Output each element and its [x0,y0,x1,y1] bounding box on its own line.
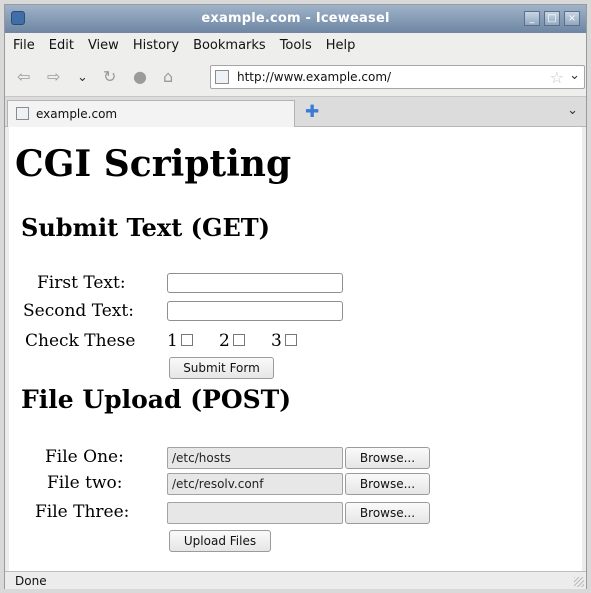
page-content: CGI Scripting Submit Text (GET) First Te… [9,127,582,571]
file-one-label: File One: [45,447,124,467]
window-controls: _ □ × [524,11,580,26]
close-icon[interactable]: × [564,11,580,26]
menu-history[interactable]: History [133,38,179,53]
stop-icon[interactable]: ● [133,67,147,86]
checkbox-2-label: 2 [219,331,230,351]
second-text-input[interactable] [167,301,343,321]
status-text: Done [15,574,47,588]
menu-tools[interactable]: Tools [280,38,312,53]
page-title: CGI Scripting [15,143,292,185]
submit-form-button[interactable]: Submit Form [169,357,274,379]
url-bar[interactable]: http://www.example.com/ ☆ ⌄ [210,65,585,89]
resize-grip-icon[interactable] [574,577,584,587]
site-identity-icon[interactable] [215,70,229,84]
checkbox-1-box[interactable] [180,334,193,346]
maximize-icon[interactable]: □ [544,11,560,26]
file-one-browse-button[interactable]: Browse... [345,447,430,469]
minimize-icon[interactable]: _ [524,11,540,26]
get-section-heading: Submit Text (GET) [21,213,270,242]
window-title: example.com - Iceweasel [201,11,390,26]
post-section-heading: File Upload (POST) [21,385,292,414]
second-text-label: Second Text: [23,301,134,321]
file-one-path[interactable]: /etc/hosts [167,447,343,469]
tab-example[interactable]: example.com [7,100,295,127]
bookmark-star-icon[interactable]: ☆ [550,68,564,87]
first-text-label: First Text: [37,273,126,293]
url-dropdown-icon[interactable]: ⌄ [569,68,580,83]
checkbox-3-box[interactable] [284,334,297,346]
tab-bar: example.com ✚ ⌄ [5,97,586,127]
home-icon[interactable]: ⌂ [163,67,173,86]
new-tab-icon[interactable]: ✚ [305,102,319,122]
menu-file[interactable]: File [13,38,35,53]
checkbox-2-box[interactable] [232,334,245,346]
file-three-path[interactable] [167,502,343,524]
menu-edit[interactable]: Edit [49,38,74,53]
reload-icon[interactable]: ↻ [103,67,116,86]
checkbox-1-label: 1 [167,331,178,351]
checkbox-2[interactable]: 2 [219,331,245,351]
file-two-label: File two: [47,473,123,493]
first-text-input[interactable] [167,273,343,293]
checkbox-3-label: 3 [271,331,282,351]
history-dropdown-icon[interactable]: ⌄ [77,70,88,85]
status-bar: Done [5,571,586,589]
back-icon[interactable]: ⇦ [17,67,30,86]
check-these-label: Check These [25,331,136,351]
file-three-browse-button[interactable]: Browse... [345,502,430,524]
tab-label: example.com [36,107,118,121]
url-text[interactable]: http://www.example.com/ [237,70,391,84]
forward-icon[interactable]: ⇨ [47,67,60,86]
browser-window: example.com - Iceweasel _ □ × File Edit … [4,4,587,589]
menu-view[interactable]: View [88,38,119,53]
checkbox-1[interactable]: 1 [167,331,193,351]
tab-list-icon[interactable]: ⌄ [567,103,578,118]
checkbox-3[interactable]: 3 [271,331,297,351]
title-bar[interactable]: example.com - Iceweasel _ □ × [5,5,586,33]
menu-bookmarks[interactable]: Bookmarks [193,38,266,53]
file-three-label: File Three: [35,502,130,522]
file-two-path[interactable]: /etc/resolv.conf [167,473,343,495]
file-two-browse-button[interactable]: Browse... [345,473,430,495]
upload-files-button[interactable]: Upload Files [169,530,271,552]
navigation-toolbar: ⇦ ⇨ ⌄ ↻ ● ⌂ http://www.example.com/ ☆ ⌄ [5,57,586,97]
menu-bar: File Edit View History Bookmarks Tools H… [5,33,586,57]
tab-favicon-icon [16,107,29,120]
menu-help[interactable]: Help [326,38,356,53]
